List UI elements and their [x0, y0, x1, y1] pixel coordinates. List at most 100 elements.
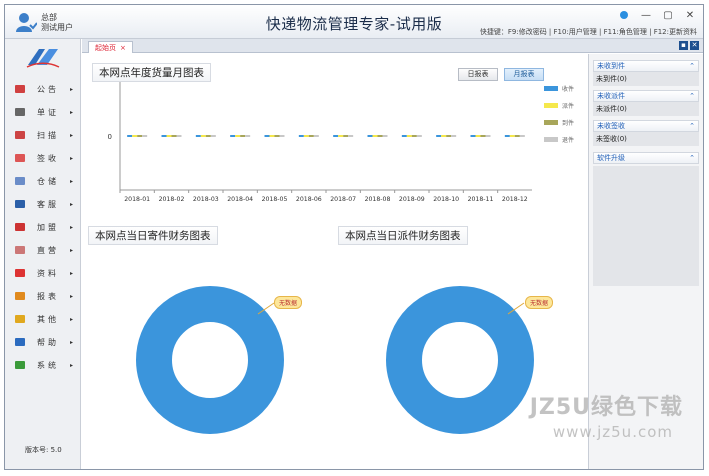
document-icon: [13, 105, 27, 119]
tab-close-icon[interactable]: ×: [120, 44, 126, 52]
rp-head-dispatch[interactable]: 未收派件 ⌃: [593, 90, 699, 102]
minimize-icon[interactable]: —: [639, 9, 653, 21]
service-icon: [13, 197, 27, 211]
charts-canvas: 0 2018-01 2018-02 2018-03 2018-04 2018-05 2018…: [108, 82, 534, 434]
collapse-icon[interactable]: ⌃: [689, 153, 695, 163]
sidebar-item-3[interactable]: 签收 ▸: [11, 148, 75, 168]
x-tick-label: 2018-05: [262, 196, 288, 203]
chevron-right-icon: ▸: [69, 269, 73, 277]
collapse-icon[interactable]: ⌃: [689, 91, 695, 101]
watermark-text: JZ5U绿色下载: [529, 395, 683, 420]
rp-body-dispatch[interactable]: 未派件(0): [593, 102, 699, 116]
series-point: [166, 135, 172, 137]
sidebar-item-5[interactable]: 客服 ▸: [11, 194, 75, 214]
series-point: [210, 135, 216, 137]
series-point: [269, 135, 275, 137]
maximize-icon[interactable]: ▢: [661, 9, 675, 21]
series-point: [313, 135, 319, 137]
sidebar-item-9[interactable]: 报表 ▸: [11, 286, 75, 306]
series-point: [406, 135, 412, 137]
series-point: [504, 135, 510, 137]
system-icon: [13, 358, 27, 372]
sidebar-item-8[interactable]: 资料 ▸: [11, 263, 75, 283]
report-icon: [13, 289, 27, 303]
title-bar: 总部 测试用户 快递物流管理专家-试用版 — ▢ ✕ 快捷键：F9:修改密码 |…: [5, 5, 703, 39]
legend-item[interactable]: 收件: [544, 84, 574, 93]
series-point: [470, 135, 476, 137]
sidebar-item-10[interactable]: 其他 ▸: [11, 309, 75, 329]
series-point: [485, 135, 491, 137]
sidebar-item-1[interactable]: 单证 ▸: [11, 102, 75, 122]
other-icon: [13, 312, 27, 326]
legend-item[interactable]: 派件: [544, 101, 574, 110]
rp-body-signed[interactable]: 未签收(0): [593, 132, 699, 146]
dispatch-no-data-badge: 无数据: [525, 296, 554, 309]
series-point: [338, 135, 344, 137]
collapse-icon[interactable]: ⌃: [689, 121, 695, 131]
tab-close-all-icon[interactable]: ✕: [690, 41, 699, 50]
sidebar-item-12[interactable]: 系统 ▸: [11, 355, 75, 375]
series-point: [416, 135, 422, 137]
rp-head-dispatch-label: 未收派件: [597, 92, 625, 100]
chevron-right-icon: ▸: [69, 85, 73, 93]
close-icon[interactable]: ✕: [683, 9, 697, 21]
megaphone-icon: [13, 82, 27, 96]
sidebar-item-7[interactable]: 直营 ▸: [11, 240, 75, 260]
rp-head-upgrade[interactable]: 软件升级 ⌃: [593, 152, 699, 164]
series-point: [205, 135, 211, 137]
rp-head-received-label: 未收到件: [597, 62, 625, 70]
x-tick-label: 2018-09: [399, 196, 425, 203]
series-point: [436, 135, 442, 137]
legend-swatch: [544, 86, 558, 91]
sidebar-item-label: 仓储: [37, 176, 59, 186]
shortcut-hints: 快捷键：F9:修改密码 | F10:用户管理 | F11:角色管理 | F12:…: [479, 28, 697, 36]
rp-body-received[interactable]: 未到件(0): [593, 72, 699, 86]
y-tick-label: 0: [108, 133, 112, 141]
collapse-icon[interactable]: ⌃: [689, 61, 695, 71]
sidebar-item-label: 资料: [37, 268, 59, 278]
x-tick-label: 2018-06: [296, 196, 322, 203]
series-point: [441, 135, 447, 137]
series-point: [171, 135, 177, 137]
rp-head-received[interactable]: 未收到件 ⌃: [593, 60, 699, 72]
x-tick-label: 2018-01: [124, 196, 150, 203]
series-point: [200, 135, 206, 137]
send-chart-title: 本网点当日寄件财务图表: [88, 226, 218, 245]
sidebar-item-label: 公告: [37, 84, 59, 94]
sidebar-item-6[interactable]: 加盟 ▸: [11, 217, 75, 237]
legend-item[interactable]: 到件: [544, 118, 574, 127]
rp-head-signed[interactable]: 未收签收 ⌃: [593, 120, 699, 132]
x-tick-label: 2018-02: [159, 196, 185, 203]
tab-home-label: 起始页: [95, 43, 116, 52]
chevron-right-icon: ▸: [69, 177, 73, 185]
month-report-button[interactable]: 月报表: [504, 68, 544, 81]
series-point: [372, 135, 378, 137]
pie-slice: [136, 286, 284, 434]
send-no-data-badge: 无数据: [274, 296, 303, 309]
watermark-url: www.jz5u.com: [552, 423, 673, 441]
sidebar-item-4[interactable]: 仓储 ▸: [11, 171, 75, 191]
rp-head-signed-label: 未收签收: [597, 122, 625, 130]
pie-slice: [386, 286, 534, 434]
chevron-right-icon: ▸: [69, 246, 73, 254]
series-point: [343, 135, 349, 137]
series-point: [279, 135, 285, 137]
sidebar-item-0[interactable]: 公告 ▸: [11, 79, 75, 99]
sidebar-item-11[interactable]: 帮助 ▸: [11, 332, 75, 352]
series-point: [348, 135, 354, 137]
day-report-button[interactable]: 日报表: [458, 68, 498, 81]
series-point: [382, 135, 388, 137]
sidebar-item-label: 系统: [37, 360, 59, 370]
franchise-icon: [13, 220, 27, 234]
legend-label: 到件: [562, 120, 575, 127]
sidebar-item-2[interactable]: 扫描 ▸: [11, 125, 75, 145]
x-tick-label: 2018-07: [330, 196, 356, 203]
x-tick-label: 2018-08: [365, 196, 391, 203]
tab-pin-icon[interactable]: ▪: [679, 41, 688, 50]
tab-home[interactable]: 起始页 ×: [88, 41, 133, 53]
skin-icon[interactable]: [617, 9, 631, 21]
data-icon: [13, 266, 27, 280]
series-point: [264, 135, 270, 137]
legend-item[interactable]: 退件: [544, 135, 574, 144]
scan-icon: [13, 128, 27, 142]
